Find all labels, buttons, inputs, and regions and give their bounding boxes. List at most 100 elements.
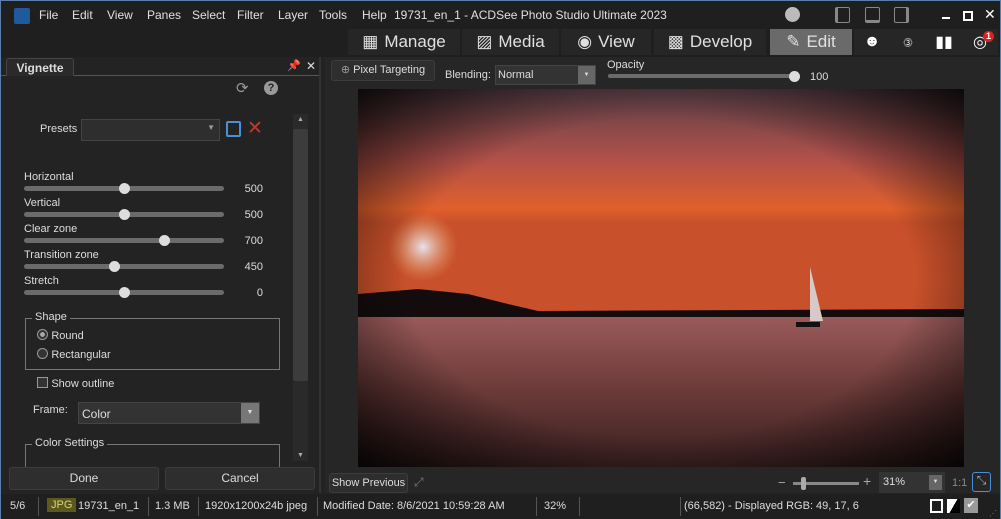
- contrast-icon[interactable]: [947, 499, 960, 513]
- mode-bar: ▦ Manage ▨ Media ◉ View ▩ Develop ✎ Edit ☻ ⓷ …: [1, 29, 1000, 57]
- app-logo[interactable]: [14, 8, 30, 24]
- slider-thumb[interactable]: [119, 209, 130, 220]
- done-button[interactable]: Done: [9, 467, 159, 490]
- mode-label: View: [598, 32, 635, 51]
- chevron-down-icon: ▼: [241, 403, 259, 423]
- slider-thumb[interactable]: [109, 261, 120, 272]
- opacity-label: Opacity: [607, 59, 645, 71]
- checkmark-icon[interactable]: ✔: [964, 498, 978, 513]
- slider-thumb[interactable]: [159, 235, 170, 246]
- status-filesize: 1.3 MB: [155, 500, 190, 512]
- color-settings-group: Color Settings: [25, 437, 280, 469]
- zoom-dropdown[interactable]: 31% ▼: [879, 472, 945, 493]
- menu-panes[interactable]: Panes: [147, 8, 181, 22]
- blending-dropdown[interactable]: Normal ▼: [495, 65, 596, 85]
- notifications-icon[interactable]: ◎ 1: [962, 29, 998, 55]
- show-previous-button[interactable]: Show Previous: [329, 473, 408, 493]
- pixel-targeting-button[interactable]: ⊕ Pixel Targeting: [331, 60, 435, 81]
- mode-label: Develop: [689, 32, 753, 51]
- slider-thumb[interactable]: [119, 183, 130, 194]
- menu-edit[interactable]: Edit: [72, 8, 93, 22]
- frame-dropdown[interactable]: Color ▼: [78, 402, 260, 424]
- mode-develop[interactable]: ▩ Develop: [654, 29, 766, 55]
- transition-zone-slider[interactable]: [24, 261, 224, 272]
- photo-canvas[interactable]: [358, 89, 964, 467]
- vertical-slider[interactable]: [24, 209, 224, 220]
- panel-scrollbar[interactable]: ▲ ▼: [293, 114, 308, 461]
- title-bar: File Edit View Panes Select Filter Layer…: [1, 1, 1000, 29]
- 365-icon[interactable]: ⓷: [890, 29, 926, 55]
- fullscreen-icon[interactable]: ⤢: [414, 475, 424, 490]
- status-dimensions: 1920x1200x24b jpeg: [205, 500, 308, 512]
- delete-preset-icon[interactable]: ✕: [247, 117, 263, 140]
- menu-layer[interactable]: Layer: [278, 8, 308, 22]
- people-icon[interactable]: ☻: [854, 29, 890, 55]
- slider-value: 450: [244, 261, 263, 273]
- opacity-value: 100: [810, 71, 829, 83]
- menu-select[interactable]: Select: [192, 8, 225, 22]
- checkbox-label: Show outline: [51, 378, 115, 390]
- clear-zone-slider[interactable]: [24, 235, 224, 246]
- stretch-slider[interactable]: [24, 287, 224, 298]
- maximize-button[interactable]: [963, 11, 973, 21]
- menu-filter[interactable]: Filter: [237, 8, 264, 22]
- frame-value: Color: [82, 407, 111, 421]
- crosshair-icon: ⊕: [340, 64, 351, 76]
- panel-close-icon[interactable]: ✕: [306, 59, 316, 73]
- show-outline-checkbox[interactable]: Show outline: [37, 376, 114, 390]
- fit-to-window-icon[interactable]: ⤡: [972, 472, 991, 492]
- opacity-slider[interactable]: [608, 71, 800, 82]
- mode-view[interactable]: ◉ View: [561, 29, 651, 55]
- horizontal-slider[interactable]: [24, 183, 224, 194]
- color-mode-icon[interactable]: [930, 499, 943, 513]
- eye-icon: ◉: [577, 32, 593, 51]
- bottom-pane-toggle-icon[interactable]: [865, 7, 880, 23]
- help-icon[interactable]: ?: [264, 81, 278, 95]
- left-pane-toggle-icon[interactable]: [835, 7, 850, 23]
- menu-help[interactable]: Help: [362, 8, 387, 22]
- status-filename: 19731_en_1: [78, 500, 140, 512]
- notification-badge: 1: [983, 31, 994, 42]
- mode-media[interactable]: ▨ Media: [462, 29, 559, 55]
- actual-size-button[interactable]: 1:1: [952, 477, 967, 489]
- dashboard-icon[interactable]: ▮▮: [926, 29, 962, 55]
- develop-icon: ▩: [667, 32, 684, 51]
- slider-value: 700: [244, 235, 263, 247]
- mode-edit[interactable]: ✎ Edit: [770, 29, 852, 55]
- reset-icon[interactable]: ⟳: [236, 79, 249, 97]
- slider-value: 500: [244, 183, 263, 195]
- zoom-out-button[interactable]: −: [778, 475, 786, 490]
- menu-tools[interactable]: Tools: [319, 8, 347, 22]
- status-pixel-info: (66,582) - Displayed RGB: 49, 17, 6: [684, 500, 859, 512]
- presets-dropdown[interactable]: ▼: [81, 119, 220, 141]
- minimize-button[interactable]: [942, 17, 950, 19]
- menu-view[interactable]: View: [107, 8, 133, 22]
- radio-rectangular[interactable]: Rectangular: [37, 347, 111, 361]
- radio-label: Rectangular: [51, 349, 111, 361]
- radio-label: Round: [51, 330, 84, 342]
- radio-round[interactable]: Round: [37, 328, 84, 342]
- grid-icon: ▦: [362, 32, 379, 51]
- chevron-down-icon: ▼: [578, 66, 595, 84]
- menu-file[interactable]: File: [39, 8, 58, 22]
- status-index: 5/6: [10, 500, 26, 512]
- close-button[interactable]: ✕: [984, 6, 996, 23]
- cancel-button[interactable]: Cancel: [165, 467, 315, 490]
- frame-label: Frame:: [33, 404, 68, 416]
- mode-manage[interactable]: ▦ Manage: [348, 29, 460, 55]
- tab-vignette[interactable]: Vignette: [6, 58, 74, 76]
- account-icon[interactable]: [785, 7, 800, 22]
- zoom-slider[interactable]: [793, 477, 859, 490]
- slider-thumb[interactable]: [801, 477, 806, 490]
- right-pane-toggle-icon[interactable]: [894, 7, 909, 23]
- media-icon: ▨: [476, 32, 493, 51]
- zoom-in-button[interactable]: +: [863, 473, 871, 489]
- button-label: Pixel Targeting: [353, 64, 426, 76]
- chevron-down-icon: ▼: [207, 123, 215, 132]
- slider-thumb[interactable]: [119, 287, 130, 298]
- save-preset-icon[interactable]: [226, 121, 241, 137]
- slider-thumb[interactable]: [789, 71, 800, 82]
- pin-icon[interactable]: 📌: [287, 59, 301, 72]
- status-modified: Modified Date: 8/6/2021 10:59:28 AM: [323, 500, 505, 512]
- resize-grip-icon[interactable]: ⋰: [989, 509, 997, 518]
